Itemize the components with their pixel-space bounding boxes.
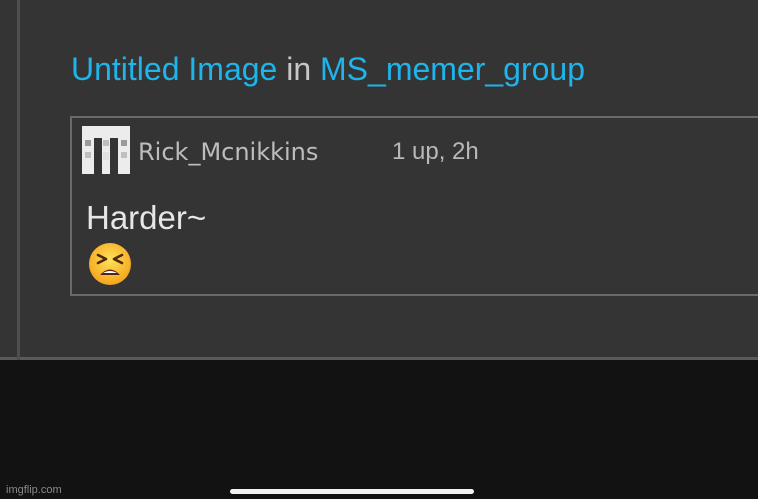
- group-link[interactable]: MS_memer_group: [320, 51, 585, 87]
- left-divider: [17, 0, 20, 360]
- comment-text: Harder~: [86, 199, 207, 236]
- content-panel: Untitled Image in MS_memer_group Rick_Mc…: [0, 0, 758, 360]
- post-title-line: Untitled Image in MS_memer_group: [71, 47, 585, 91]
- comment-card: Rick_Mcnikkins 1 up, 2h Harder~: [70, 116, 758, 296]
- watermark: imgflip.com: [6, 484, 62, 496]
- screen: Untitled Image in MS_memer_group Rick_Mc…: [0, 0, 758, 499]
- comment-username[interactable]: Rick_Mcnikkins: [138, 136, 318, 168]
- image-title-link[interactable]: Untitled Image: [71, 51, 277, 87]
- home-indicator[interactable]: [230, 489, 474, 494]
- comment-meta: 1 up, 2h: [392, 138, 479, 165]
- avatar-icon[interactable]: [82, 126, 130, 174]
- title-connector: in: [286, 51, 312, 87]
- tired-face-emoji-icon: [89, 243, 131, 285]
